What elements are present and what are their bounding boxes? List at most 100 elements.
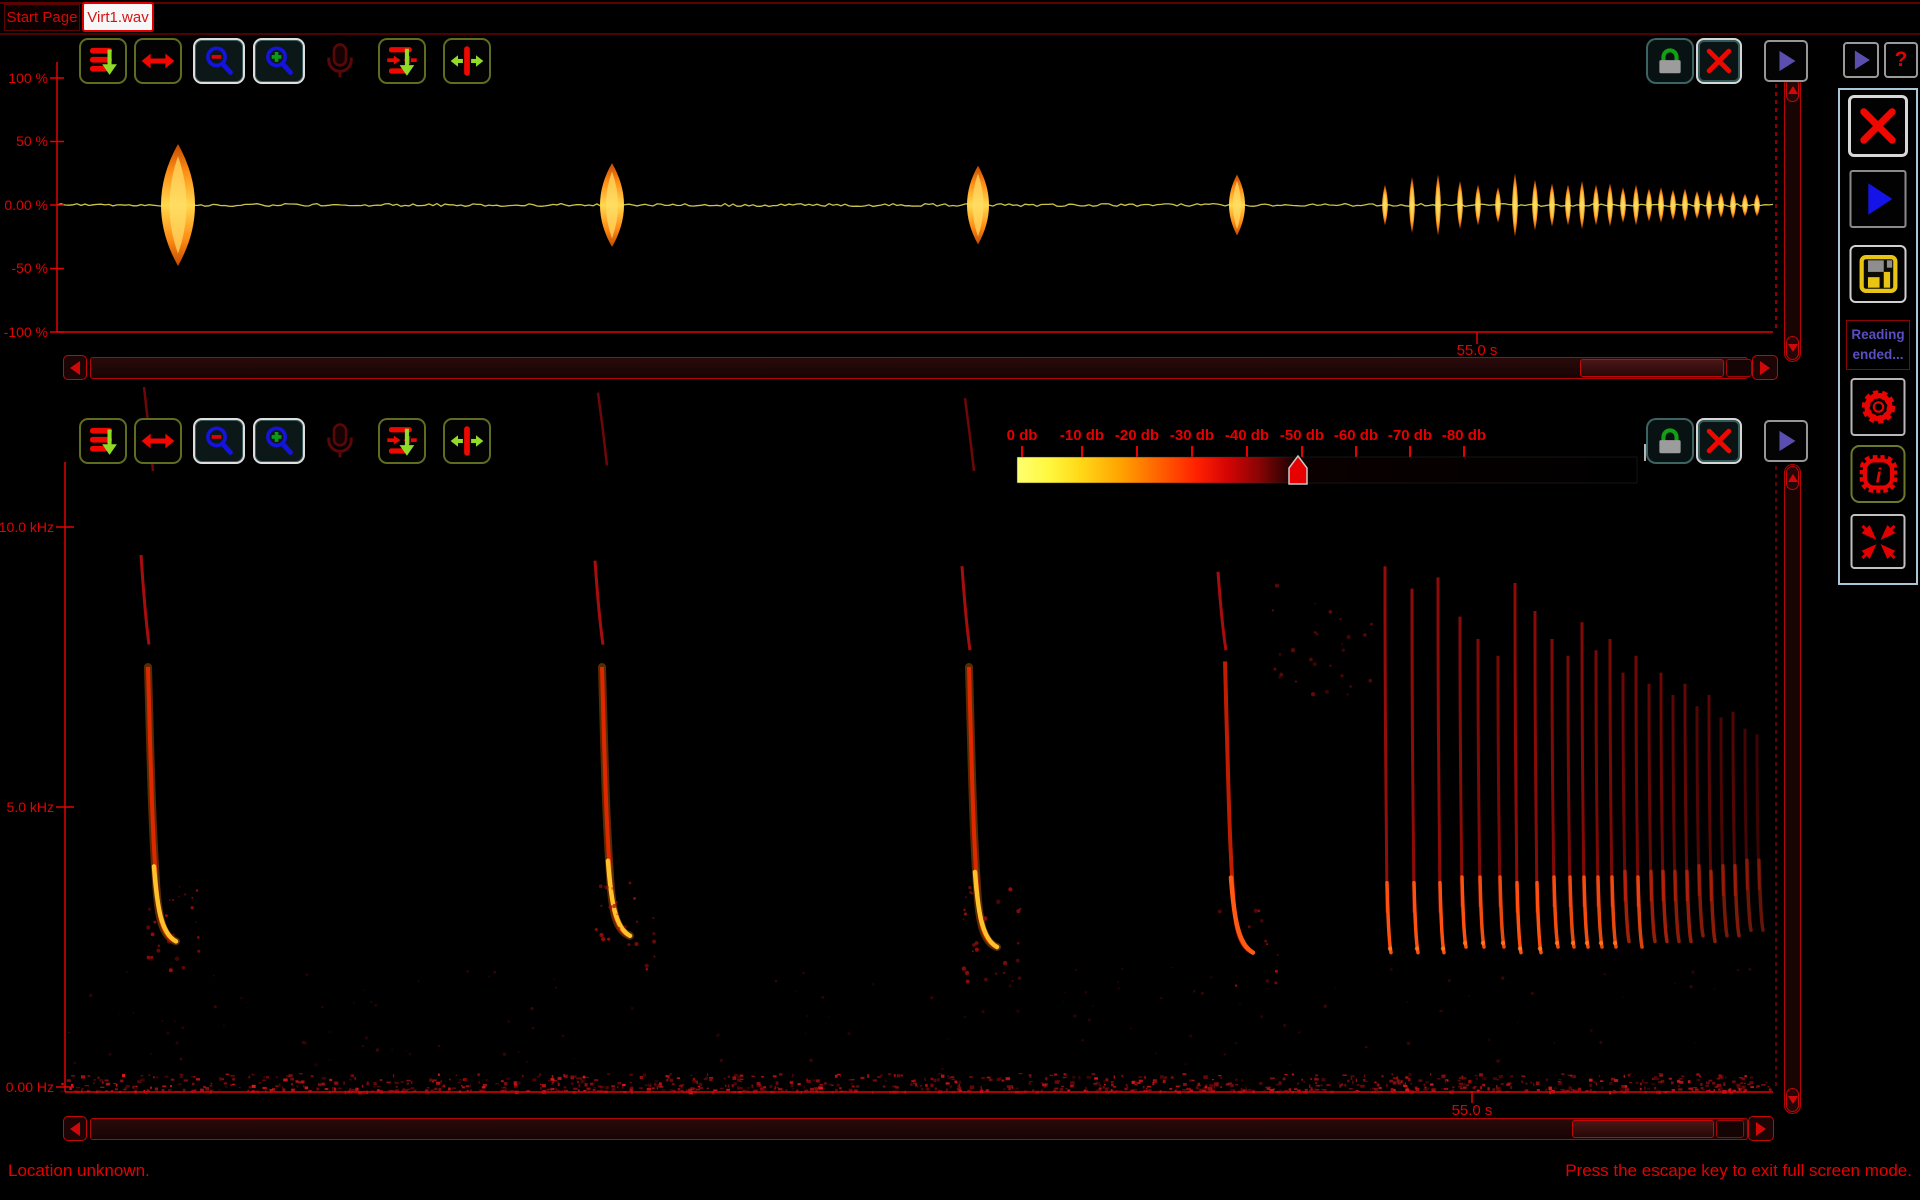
wave-hscroll-right-button[interactable] <box>1752 355 1778 380</box>
wave-lock-button[interactable] <box>1646 38 1694 84</box>
db-label-5: -50 db <box>1280 427 1324 444</box>
spec-arrange-tracks-button[interactable] <box>79 418 127 464</box>
db-label-7: -70 db <box>1388 427 1432 444</box>
spec-tick-10k: 10.0 kHz <box>0 519 54 535</box>
sidebar-close-button[interactable] <box>1848 95 1908 157</box>
spec-hscroll-right-button[interactable] <box>1748 1116 1774 1141</box>
help-icon: ? <box>1895 48 1908 72</box>
db-label-3: -30 db <box>1170 427 1214 444</box>
spec-pan-horizontal-button[interactable] <box>443 418 491 464</box>
spec-close-button[interactable] <box>1696 418 1742 464</box>
spec-tick-5k: 5.0 kHz <box>7 799 54 815</box>
sidebar-exit-fullscreen-button[interactable] <box>1851 514 1906 569</box>
arrange-tracks-icon <box>84 43 122 79</box>
fit-width-icon <box>139 423 177 459</box>
db-label-6: -60 db <box>1334 427 1378 444</box>
collapse-width-icon <box>383 423 421 459</box>
collapse-width-icon <box>383 43 421 79</box>
close-icon <box>1852 100 1904 152</box>
wave-hscroll-segment <box>1726 359 1752 377</box>
lock-icon <box>1651 423 1689 459</box>
spec-vscroll-down-button[interactable] <box>1786 1088 1799 1112</box>
db-label-4: -40 db <box>1225 427 1269 444</box>
arrange-tracks-icon <box>84 423 122 459</box>
zoom-out-icon <box>198 43 240 79</box>
wave-play-button[interactable] <box>1764 40 1808 82</box>
info-icon: i <box>1855 451 1901 497</box>
spec-hscroll-track[interactable] <box>90 1118 1748 1140</box>
tab-start-page[interactable]: Start Page <box>4 4 80 31</box>
sidebar-save-button[interactable] <box>1850 245 1907 303</box>
spec-vscroll-track[interactable] <box>1784 464 1801 1114</box>
wave-tick-0: 0.00 % <box>4 197 48 213</box>
db-label-1: -10 db <box>1060 427 1104 444</box>
wave-collapse-width-button[interactable] <box>378 38 426 84</box>
db-label-8: -80 db <box>1442 427 1486 444</box>
record-icon <box>321 421 359 461</box>
db-gradient-bar <box>1017 457 1637 483</box>
wave-vscroll-down-button[interactable] <box>1786 336 1799 360</box>
down-arrow-icon <box>1788 1096 1798 1104</box>
left-arrow-icon <box>70 1122 80 1136</box>
wave-close-button[interactable] <box>1696 38 1742 84</box>
db-label-2: -20 db <box>1115 427 1159 444</box>
play-icon <box>1769 425 1803 457</box>
spec-collapse-width-button[interactable] <box>378 418 426 464</box>
db-color-scale: 0 db -10 db -20 db -30 db -40 db -50 db … <box>1007 427 1645 484</box>
spec-hscroll-thumb[interactable] <box>1572 1120 1714 1138</box>
wave-hscroll-track[interactable] <box>90 357 1748 379</box>
fit-width-icon <box>139 43 177 79</box>
close-icon <box>1701 43 1737 79</box>
pan-horizontal-icon <box>448 423 486 459</box>
db-threshold-marker[interactable] <box>1289 456 1307 484</box>
wave-pan-horizontal-button[interactable] <box>443 38 491 84</box>
global-play-button[interactable] <box>1843 42 1879 78</box>
play-icon <box>1854 175 1902 223</box>
zoom-in-icon <box>258 43 300 79</box>
exit-fullscreen-icon <box>1856 520 1900 564</box>
up-arrow-icon <box>1788 86 1798 94</box>
up-arrow-icon <box>1788 474 1798 482</box>
status-location-text: Location unknown. <box>8 1161 150 1181</box>
right-sidebar-panel: Reading ended... i <box>1838 88 1918 585</box>
zoom-in-icon <box>258 423 300 459</box>
sidebar-info-button[interactable]: i <box>1851 445 1906 503</box>
left-arrow-icon <box>70 361 80 375</box>
save-icon <box>1858 254 1898 294</box>
wave-hscroll-thumb[interactable] <box>1580 359 1724 377</box>
wave-fit-width-button[interactable] <box>134 38 182 84</box>
spec-record-button[interactable] <box>318 418 362 464</box>
status-fullscreen-hint: Press the escape key to exit full screen… <box>1565 1161 1912 1181</box>
wave-tick-m50: -50 % <box>11 260 48 276</box>
sidebar-settings-button[interactable] <box>1851 378 1906 436</box>
spec-zoom-out-button[interactable] <box>193 418 245 464</box>
wave-arrange-tracks-button[interactable] <box>79 38 127 84</box>
spec-play-button[interactable] <box>1764 420 1808 462</box>
pan-horizontal-icon <box>448 43 486 79</box>
tabbar-underline <box>0 33 1920 35</box>
wave-zoom-in-button[interactable] <box>253 38 305 84</box>
wave-hscroll-left-button[interactable] <box>63 355 87 380</box>
tab-virt1-wav[interactable]: Virt1.wav <box>82 2 154 32</box>
wave-vscroll-track[interactable] <box>1784 76 1801 362</box>
play-icon <box>1846 45 1876 75</box>
record-icon <box>321 41 359 81</box>
spec-vscroll-up-button[interactable] <box>1786 466 1799 490</box>
wave-record-button[interactable] <box>318 38 362 84</box>
wave-tick-50: 50 % <box>16 133 48 149</box>
spec-hscroll-left-button[interactable] <box>63 1116 87 1141</box>
plots-canvas: 100 % 50 % 0.00 % -50 % -100 % 55.0 s 10… <box>0 0 1920 1200</box>
down-arrow-icon <box>1788 344 1798 352</box>
close-icon <box>1701 423 1737 459</box>
spec-fit-width-button[interactable] <box>134 418 182 464</box>
gear-icon <box>1855 384 1901 430</box>
help-button[interactable]: ? <box>1884 42 1918 78</box>
sidebar-play-button[interactable] <box>1850 170 1907 228</box>
spec-lock-button[interactable] <box>1646 418 1694 464</box>
zoom-out-icon <box>198 423 240 459</box>
wave-zoom-out-button[interactable] <box>193 38 245 84</box>
svg-text:i: i <box>1875 465 1881 487</box>
spec-zoom-in-button[interactable] <box>253 418 305 464</box>
chart-layer <box>57 144 1773 1094</box>
right-arrow-icon <box>1756 1122 1766 1136</box>
